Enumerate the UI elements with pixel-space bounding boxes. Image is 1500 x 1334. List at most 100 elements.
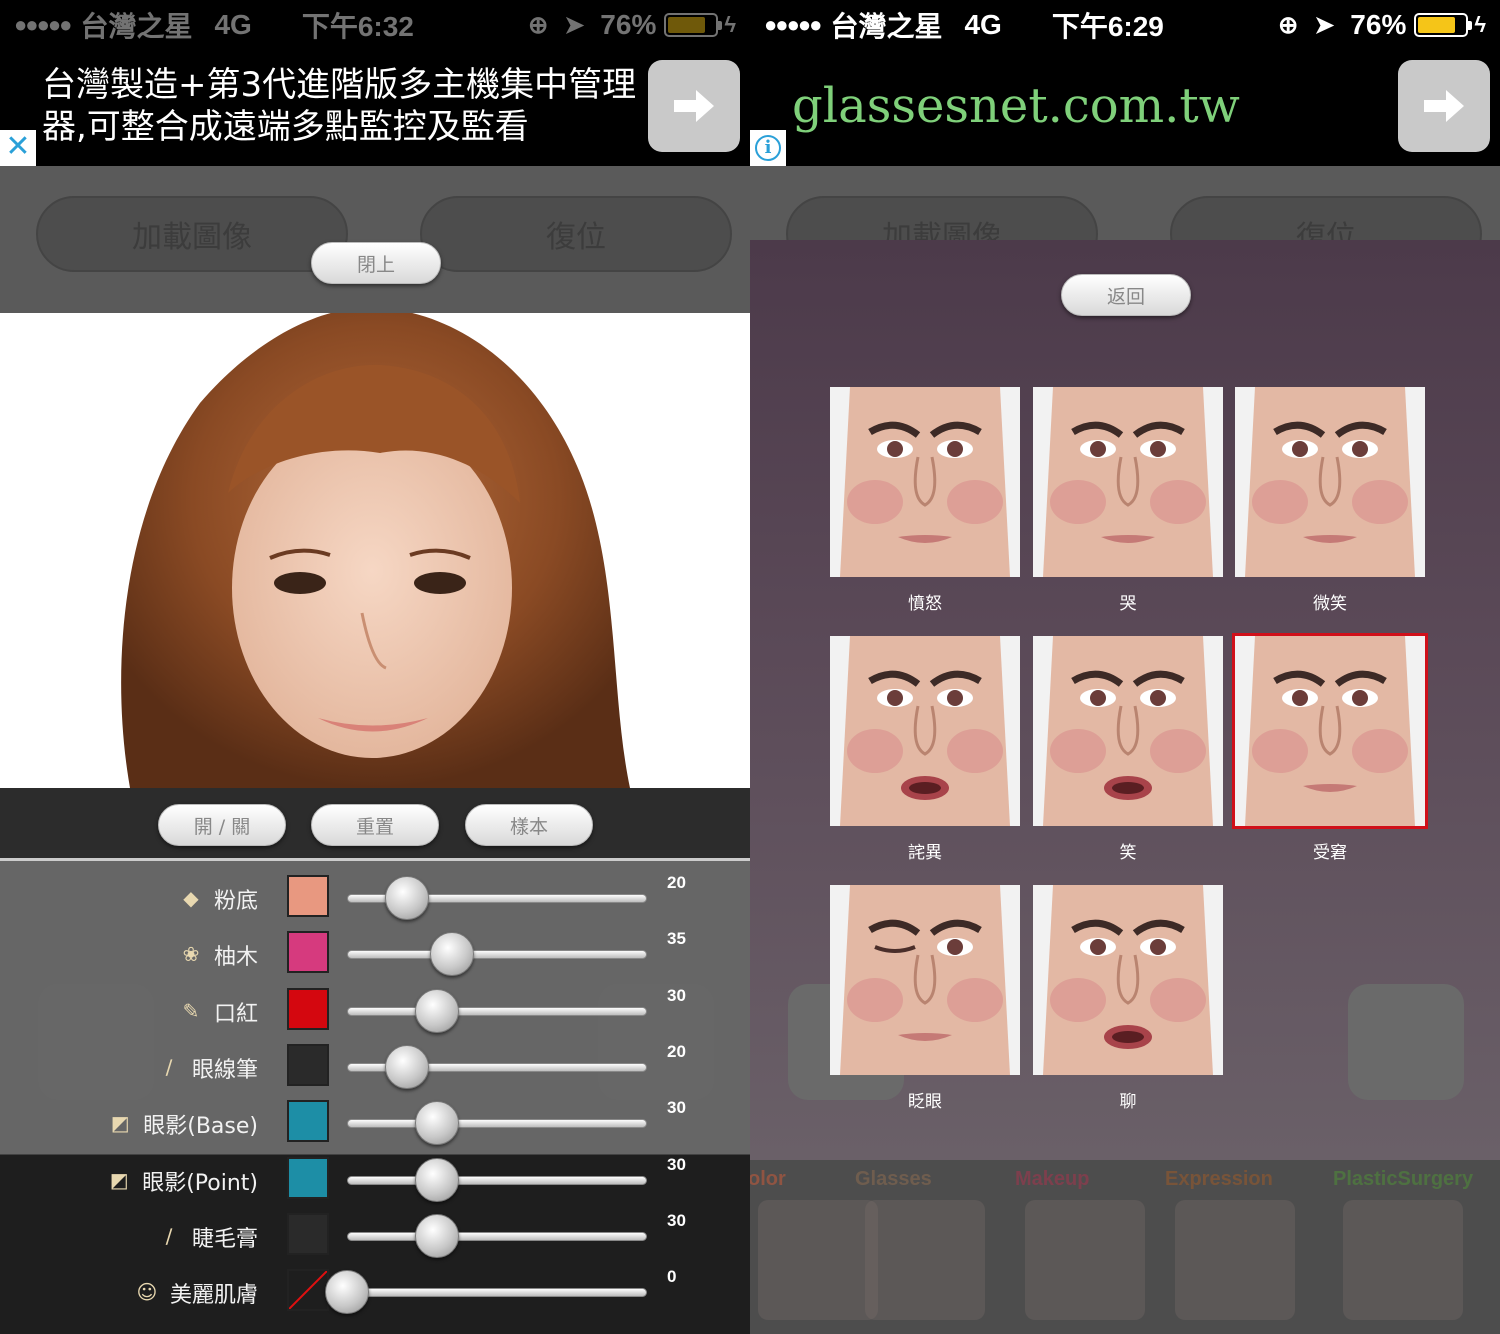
slider-knob[interactable] (325, 1270, 369, 1315)
ad-close-button[interactable]: ✕ (0, 130, 36, 166)
slider-track[interactable] (347, 1288, 647, 1298)
slider-track[interactable] (347, 1006, 647, 1016)
expression-thumbnail[interactable] (830, 885, 1020, 1075)
signal-strength: ●●●●● (14, 12, 72, 37)
expression-item[interactable]: 聊 (1033, 885, 1223, 1112)
makeup-row: 美麗肌膚 ☺ 0 (0, 1267, 750, 1323)
slider-knob[interactable] (415, 1101, 459, 1146)
ad-text[interactable]: 台灣製造+第3代進階版多主機集中管理器,可整合成遠端多點監控及監看 (42, 64, 642, 148)
foundation-icon: ◆ (183, 886, 199, 910)
makeup-label: 眼影(Point) (142, 1170, 258, 1196)
expression-thumbnail[interactable] (830, 387, 1020, 577)
ad-open-button[interactable] (648, 60, 740, 152)
slider-value: 30 (667, 1210, 686, 1230)
slider-knob[interactable] (385, 876, 429, 920)
tab-olor[interactable]: olor (750, 1168, 786, 1191)
color-swatch[interactable] (287, 1043, 329, 1086)
tab-plasticsurgery[interactable]: PlasticSurgery (1333, 1168, 1473, 1191)
expression-item[interactable]: 眨眼 (830, 885, 1020, 1112)
expression-item[interactable]: 憤怒 (830, 387, 1020, 614)
makeup-row: 眼線筆 ∕ 20 (0, 1042, 750, 1098)
expression-thumbnail[interactable] (1232, 633, 1428, 829)
arrow-right-icon (674, 90, 714, 122)
tab-makeup[interactable]: Makeup (1015, 1168, 1089, 1191)
status-bar: ●●●●● 台灣之星 4G 下午6:29 ⊕ ➤ 76% ϟ (750, 0, 1500, 50)
tab-expression[interactable]: Expression (1165, 1168, 1273, 1191)
sample-makeup-button[interactable]: 樣本 (465, 804, 593, 846)
color-swatch[interactable] (287, 1269, 329, 1312)
slider-value: 30 (667, 1098, 686, 1118)
ad-open-button[interactable] (1398, 60, 1490, 152)
tab-thumbnail[interactable] (1025, 1200, 1145, 1320)
expression-thumbnail[interactable] (1033, 387, 1223, 577)
tab-thumbnail[interactable] (758, 1200, 878, 1320)
makeup-label: 睫毛膏 (191, 1226, 258, 1252)
slider-track[interactable] (347, 950, 647, 960)
location-arrow-icon: ➤ (1314, 11, 1335, 39)
tab-glasses[interactable]: Glasses (855, 1168, 932, 1191)
charging-bolt-icon: ϟ (724, 12, 736, 37)
makeup-label: 柚木 (213, 945, 258, 971)
makeup-label: 粉底 (213, 889, 258, 914)
color-swatch[interactable] (287, 1156, 329, 1199)
makeup-label: 眼線筆 (191, 1057, 258, 1083)
expression-label: 詫異 (908, 843, 942, 863)
expression-label: 憤怒 (908, 594, 942, 614)
expression-item[interactable]: 哭 (1033, 387, 1223, 614)
ad-domain[interactable]: glassesnet.com.tw (792, 78, 1240, 134)
slider-knob[interactable] (385, 1044, 429, 1089)
camera-button[interactable] (1348, 984, 1464, 1100)
color-swatch[interactable] (287, 1212, 329, 1255)
eyeshadow-base-icon: ◩ (110, 1111, 130, 1136)
reset-button[interactable]: 復位 (420, 196, 732, 272)
tab-thumbnail[interactable] (1175, 1200, 1295, 1320)
expression-thumbnail[interactable] (1033, 885, 1223, 1075)
makeup-row: 柚木 ❀ 35 (0, 929, 750, 985)
tab-thumbnail[interactable] (865, 1200, 985, 1320)
skin-beauty-icon: ☺ (136, 1280, 158, 1305)
expression-item[interactable]: 笑 (1033, 636, 1223, 863)
load-image-button[interactable]: 加載圖像 (36, 196, 348, 272)
makeup-row: 口紅 ✎ 30 (0, 986, 750, 1042)
arrow-right-icon (1424, 90, 1464, 122)
battery-percent: 76% (600, 9, 657, 40)
makeup-toolbar: 開 / 關 重置 樣本 (0, 788, 750, 860)
reset-makeup-button[interactable]: 重置 (311, 804, 439, 846)
slider-track[interactable] (347, 1231, 647, 1241)
battery-icon (664, 13, 723, 37)
slider-knob[interactable] (430, 932, 474, 977)
ad-banner[interactable]: 台灣製造+第3代進階版多主機集中管理器,可整合成遠端多點監控及監看 ✕ (0, 50, 750, 166)
makeup-row: 粉底 ◆ 20 (0, 873, 750, 929)
makeup-screen: ●●●●● 台灣之星 4G 下午6:32 ⊕ ➤ 76% ϟ 台灣製造+第3代進… (0, 0, 750, 1334)
ad-info-button[interactable]: i (750, 130, 786, 166)
slider-track[interactable] (347, 1119, 647, 1129)
feature-tab-bar: olor Glasses Makeup Expression PlasticSurger… (750, 1160, 1500, 1334)
slider-track[interactable] (347, 1175, 647, 1185)
eyeshadow-point-icon: ◩ (109, 1167, 129, 1192)
expression-thumbnail[interactable] (830, 636, 1020, 826)
slider-value: 35 (667, 929, 686, 949)
slider-knob[interactable] (415, 1213, 459, 1258)
color-swatch[interactable] (287, 1100, 329, 1143)
expression-thumbnail[interactable] (1033, 636, 1223, 826)
slider-knob[interactable] (415, 1157, 459, 1202)
slider-value: 0 (667, 1267, 677, 1287)
color-swatch[interactable] (287, 987, 329, 1030)
face-portrait-image (121, 313, 630, 788)
expression-item[interactable]: 受窘 (1232, 633, 1428, 863)
makeup-label: 眼影(Base) (143, 1114, 258, 1140)
expression-thumbnail[interactable] (1235, 387, 1425, 577)
location-arrow-icon: ➤ (564, 11, 585, 39)
expression-screen: ●●●●● 台灣之星 4G 下午6:29 ⊕ ➤ 76% ϟ glassesne… (750, 0, 1500, 1334)
expression-item[interactable]: 微笑 (1235, 387, 1425, 614)
toggle-makeup-button[interactable]: 開 / 關 (158, 804, 286, 846)
tab-thumbnail[interactable] (1343, 1200, 1463, 1320)
close-panel-button[interactable]: 閉上 (311, 242, 441, 284)
color-swatch[interactable] (287, 875, 329, 917)
slider-knob[interactable] (415, 988, 459, 1033)
carrier-name: 台灣之星 (80, 11, 193, 42)
expression-item[interactable]: 詫異 (830, 636, 1020, 863)
color-swatch[interactable] (287, 931, 329, 974)
back-button[interactable]: 返回 (1061, 274, 1191, 316)
ad-banner[interactable]: glassesnet.com.tw i (750, 50, 1500, 166)
